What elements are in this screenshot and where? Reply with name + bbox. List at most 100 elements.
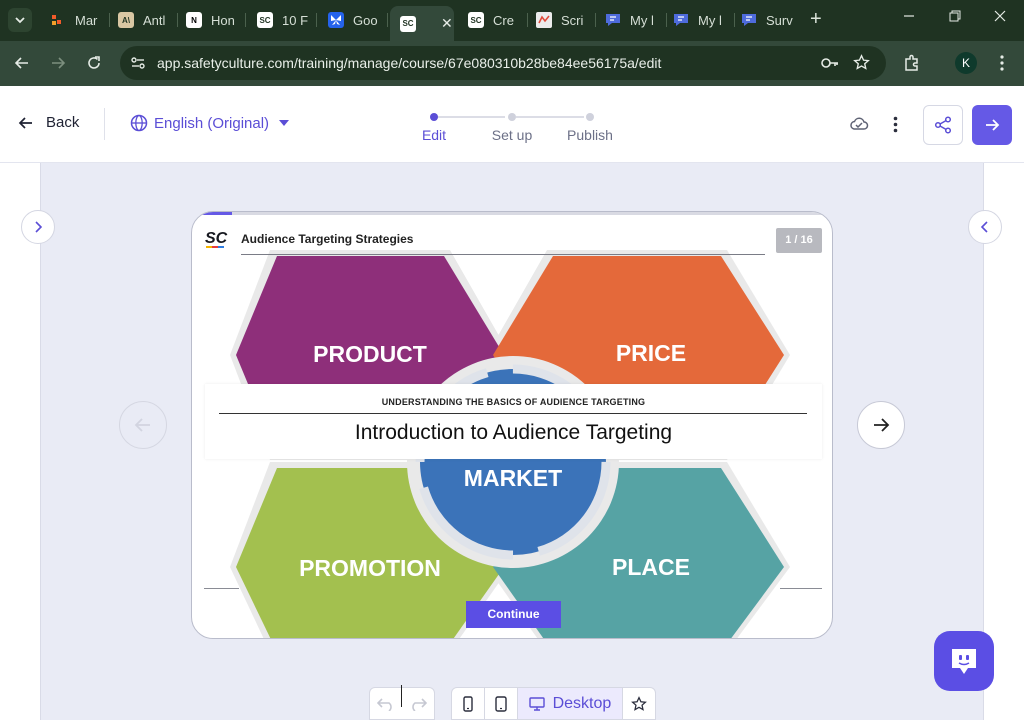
desktop-view-button[interactable]: Desktop (517, 688, 624, 719)
star-icon (631, 695, 647, 711)
chat-bubble-icon (741, 12, 757, 28)
course-stepper: Edit Set up Publish (415, 110, 625, 150)
safetyculture-icon: SC (400, 15, 416, 32)
key-icon[interactable] (820, 55, 840, 71)
browser-tab[interactable]: Goo (328, 6, 388, 34)
safetyculture-icon: SC (257, 12, 273, 28)
new-tab-icon[interactable]: + (810, 9, 822, 29)
browser-tab[interactable]: My l (673, 6, 735, 34)
divider (104, 108, 105, 140)
editor-header: Back English (Original) Edit Set up Publ… (0, 86, 1024, 163)
kicker-rule (219, 413, 807, 414)
browser-tab[interactable]: SC 10 F (257, 6, 317, 34)
tab-label: Scri (561, 12, 584, 28)
chevron-right-icon (35, 221, 43, 233)
place-label: PLACE (612, 554, 690, 580)
svg-text:SC: SC (205, 230, 228, 247)
desktop-label: Desktop (552, 694, 612, 712)
bookmark-star-icon[interactable] (853, 54, 870, 71)
market-label: MARKET (464, 465, 562, 491)
favorite-button[interactable] (623, 688, 655, 719)
url-text: app.safetyculture.com/training/manage/co… (157, 55, 662, 71)
next-step-button[interactable] (972, 105, 1012, 145)
more-options-icon[interactable] (893, 116, 898, 133)
step-dot-edit (430, 113, 438, 121)
browser-tab[interactable]: N Hon (186, 6, 246, 34)
chevron-down-icon (15, 17, 25, 24)
step-dot-setup (508, 113, 516, 121)
browser-tab[interactable]: My l (605, 6, 667, 34)
chat-bubble-icon (673, 12, 689, 28)
tab-label: Cre (493, 12, 514, 28)
text-cursor (401, 685, 402, 707)
expand-right-panel-button[interactable] (968, 210, 1002, 244)
extensions-icon[interactable] (901, 52, 923, 74)
globe-icon (130, 114, 148, 132)
scribe-icon (536, 12, 552, 28)
slide-counter: 1 / 16 (776, 228, 822, 253)
close-window-icon[interactable] (994, 10, 1006, 22)
mobile-view-button[interactable] (452, 688, 485, 719)
monitor-icon (528, 696, 545, 711)
tab-label: Surv (766, 12, 793, 28)
browser-tab-strip: Mar A\ Antl N Hon SC 10 F Goo SC ✕ SC Cr… (0, 0, 1024, 41)
continue-button[interactable]: Continue (466, 601, 561, 628)
reload-icon[interactable] (83, 52, 105, 74)
cloud-saved-icon (849, 116, 869, 132)
close-tab-icon[interactable]: ✕ (441, 15, 453, 32)
browser-toolbar: app.safetyculture.com/training/manage/co… (0, 41, 1024, 86)
expand-left-panel-button[interactable] (21, 210, 55, 244)
slide-progress-bar (192, 212, 832, 215)
tab-label: Mar (75, 12, 98, 28)
chat-support-button[interactable] (934, 631, 994, 691)
title-card: UNDERSTANDING THE BASICS OF AUDIENCE TAR… (205, 384, 822, 459)
share-button[interactable] (923, 105, 963, 145)
browser-menu-icon[interactable] (991, 52, 1013, 74)
share-icon (934, 116, 952, 134)
arrow-left-icon (134, 418, 150, 432)
tab-label: 10 F (282, 12, 309, 28)
back-button[interactable]: Back (18, 114, 79, 131)
product-label: PRODUCT (313, 341, 427, 367)
next-slide-button[interactable] (857, 401, 905, 449)
chat-bot-icon (952, 649, 976, 674)
language-selector[interactable]: English (Original) (130, 114, 295, 132)
tablet-view-button[interactable] (485, 688, 518, 719)
browser-tab[interactable]: SC Cre (468, 6, 528, 34)
tab-search-button[interactable] (8, 8, 32, 32)
asana-icon (50, 12, 66, 28)
slide-preview: PRODUCT PRICE MARKET PROMOTION PLACE SC … (191, 211, 833, 639)
restore-icon[interactable] (949, 10, 961, 22)
browser-tab[interactable]: A\ Antl (118, 6, 178, 34)
step-edit[interactable]: Edit (394, 127, 474, 143)
safetyculture-logo: SC (205, 228, 233, 250)
step-publish[interactable]: Publish (550, 127, 630, 143)
previous-slide-button[interactable] (119, 401, 167, 449)
profile-avatar[interactable]: K (955, 52, 977, 74)
browser-tab[interactable]: Surv (741, 6, 801, 34)
forward-arrow-icon[interactable] (47, 52, 69, 74)
browser-tab-active[interactable]: SC ✕ (390, 6, 454, 41)
tab-label: My l (698, 12, 722, 28)
step-setup[interactable]: Set up (472, 127, 552, 143)
redo-icon[interactable] (409, 697, 427, 711)
device-preview-toggle: Desktop (451, 687, 656, 720)
butterfly-icon (328, 12, 344, 28)
browser-tab[interactable]: Scri (536, 6, 596, 34)
arrow-right-icon (874, 418, 890, 432)
language-label: English (Original) (154, 114, 270, 132)
slide-title: Audience Targeting Strategies (241, 232, 414, 246)
slide-kicker: UNDERSTANDING THE BASICS OF AUDIENCE TAR… (381, 397, 646, 407)
undo-icon[interactable] (377, 697, 395, 711)
tab-label: My l (630, 12, 654, 28)
tab-label: Hon (211, 12, 235, 28)
minimize-icon[interactable] (903, 10, 915, 22)
back-label: Back (46, 114, 80, 131)
browser-tab[interactable]: Mar (50, 6, 110, 34)
address-bar[interactable]: app.safetyculture.com/training/manage/co… (120, 46, 886, 80)
site-info-icon[interactable] (129, 54, 147, 72)
tab-label: Antl (143, 12, 166, 28)
chat-bubble-icon (605, 12, 621, 28)
undo-redo-group (369, 687, 435, 720)
back-arrow-icon[interactable] (11, 52, 33, 74)
